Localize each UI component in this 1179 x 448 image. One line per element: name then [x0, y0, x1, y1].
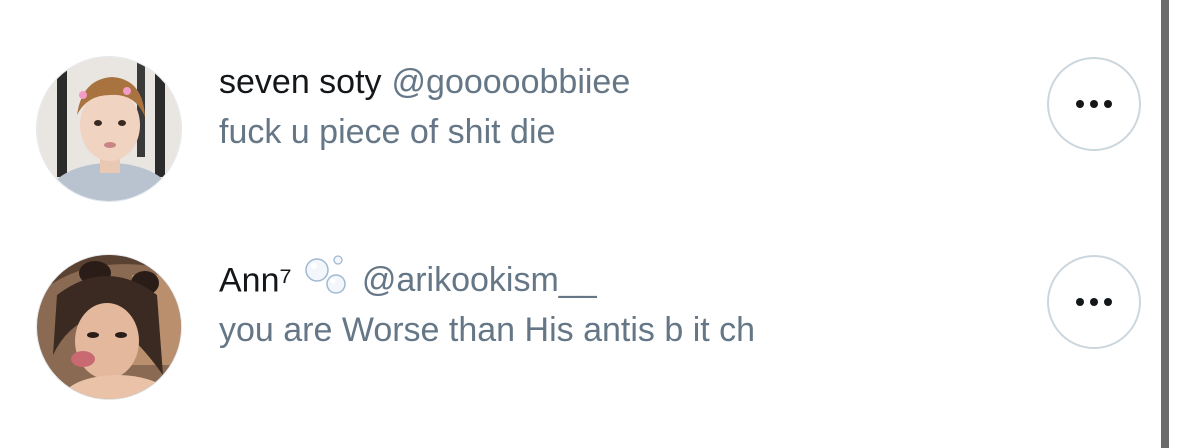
user-handle[interactable]: @gooooobbiiee — [392, 63, 631, 101]
more-options-icon — [1090, 100, 1098, 108]
comment-row[interactable]: Ann⁷ @arikookism__ you are Worse than Hi… — [0, 250, 1150, 410]
comment-header: seven soty @gooooobbiiee — [219, 60, 630, 104]
user-handle[interactable]: @arikookism__ — [362, 261, 597, 299]
more-options-icon — [1104, 100, 1112, 108]
comment-text: fuck u piece of shit die — [219, 113, 556, 151]
bubbles-icon — [304, 252, 352, 307]
more-options-icon — [1076, 298, 1084, 306]
comment-text: you are Worse than His antis b it ch — [219, 311, 756, 349]
scrollbar[interactable] — [1161, 0, 1169, 448]
display-name[interactable]: seven soty — [219, 63, 382, 101]
user-avatar[interactable] — [36, 254, 182, 400]
more-options-button[interactable] — [1047, 255, 1141, 349]
more-options-icon — [1104, 298, 1112, 306]
more-options-button[interactable] — [1047, 57, 1141, 151]
more-options-icon — [1090, 298, 1098, 306]
display-name[interactable]: Ann⁷ — [219, 261, 292, 299]
comments-screen: seven soty @gooooobbiiee fuck u piece of … — [0, 0, 1179, 448]
comment-row[interactable]: seven soty @gooooobbiiee fuck u piece of … — [0, 52, 1150, 212]
avatar-photo-icon — [37, 255, 181, 399]
more-options-icon — [1076, 100, 1084, 108]
user-avatar[interactable] — [36, 56, 182, 202]
avatar-photo-icon — [37, 57, 181, 201]
comment-header: Ann⁷ @arikookism__ — [219, 255, 597, 307]
